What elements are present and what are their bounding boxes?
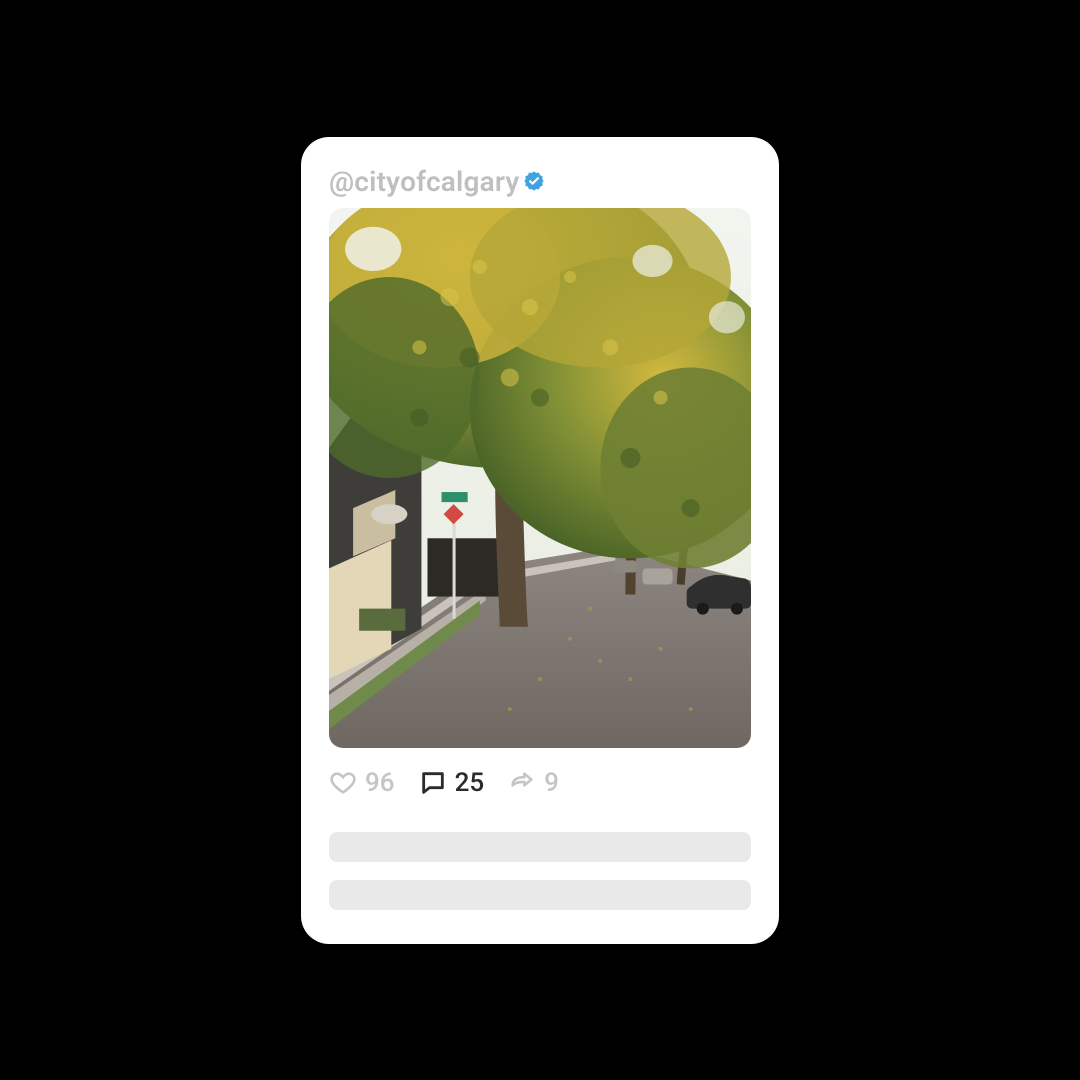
share-count: 9 [544, 768, 559, 798]
comment-button[interactable]: 25 [419, 768, 485, 798]
caption-placeholder [329, 832, 751, 910]
placeholder-line [329, 880, 751, 910]
social-post-card: @cityofcalgary [301, 137, 779, 944]
comment-count: 25 [455, 768, 485, 798]
post-header: @cityofcalgary [329, 165, 751, 198]
share-icon [508, 769, 536, 797]
placeholder-line [329, 832, 751, 862]
engagement-bar: 96 25 9 [329, 768, 751, 798]
like-count: 96 [365, 768, 395, 798]
post-image[interactable] [329, 208, 751, 748]
verified-badge-icon [523, 170, 545, 192]
heart-icon [329, 769, 357, 797]
share-button[interactable]: 9 [508, 768, 559, 798]
comment-icon [419, 769, 447, 797]
account-handle[interactable]: @cityofcalgary [329, 165, 519, 198]
like-button[interactable]: 96 [329, 768, 395, 798]
